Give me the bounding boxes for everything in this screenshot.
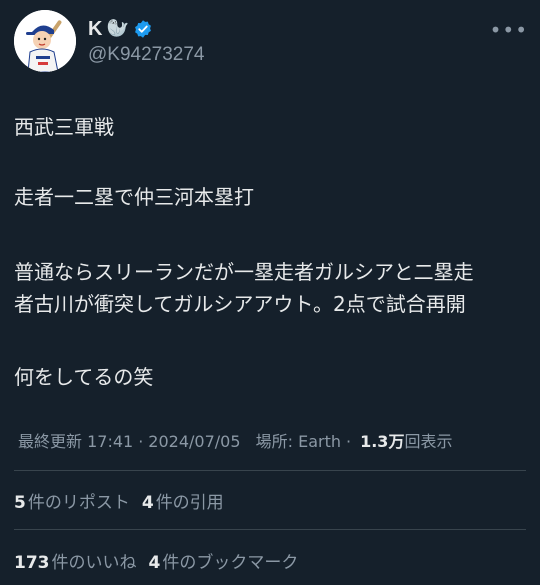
stats-row-likes: 173 件のいいね 4 件のブックマーク bbox=[14, 548, 298, 573]
quotes-link[interactable]: 4 件の引用 bbox=[142, 488, 224, 513]
tweet-line: 者古川が衝突してガルシアアウト。2点で試合再開 bbox=[14, 292, 466, 316]
bookmarks-count: 4 bbox=[148, 553, 161, 573]
meta-separator: · bbox=[346, 432, 352, 451]
reposts-link[interactable]: 5 件のリポスト bbox=[14, 488, 130, 513]
stats-row-reposts: 5 件のリポスト 4 件の引用 bbox=[14, 488, 224, 513]
tweet-line: 走者一二塁で仲三河本塁打 bbox=[14, 185, 254, 209]
author-name-row[interactable]: K 🦭 bbox=[88, 16, 153, 42]
tweet-meta: 最終更新 17:41 · 2024/07/05 場所: Earth · 1.3 … bbox=[18, 428, 452, 452]
likes-count: 173 bbox=[14, 553, 50, 573]
avatar[interactable] bbox=[14, 10, 76, 72]
bookmarks-link[interactable]: 4 件のブックマーク bbox=[149, 548, 299, 573]
tweet-line: 何をしてるの笑 bbox=[14, 365, 154, 389]
tweet-date[interactable]: 2024/07/05 bbox=[148, 432, 240, 451]
author-handle[interactable]: @K94273274 bbox=[88, 44, 205, 66]
views-count: 1.3 bbox=[360, 432, 389, 451]
verified-badge-icon[interactable] bbox=[133, 19, 153, 39]
reposts-count: 5 bbox=[14, 493, 26, 513]
meta-separator: · bbox=[138, 432, 144, 451]
likes-label: 件のいいね bbox=[51, 553, 137, 573]
likes-link[interactable]: 173 件のいいね bbox=[14, 548, 137, 573]
divider bbox=[14, 529, 526, 530]
divider bbox=[14, 470, 526, 471]
tweet-line: 普通ならスリーランだが一塁走者ガルシアと二塁走 bbox=[14, 260, 474, 284]
reposts-label: 件のリポスト bbox=[27, 493, 130, 513]
views-unit: 万 bbox=[388, 432, 405, 451]
author-display-name[interactable]: K bbox=[88, 18, 102, 41]
tweet-line: 西武三軍戦 bbox=[14, 115, 114, 139]
more-options-icon[interactable]: ••• bbox=[490, 20, 528, 40]
quotes-count: 4 bbox=[141, 493, 154, 513]
avatar-illustration-icon bbox=[14, 10, 76, 72]
views-label: 回表示 bbox=[404, 432, 453, 451]
bookmarks-label: 件のブックマーク bbox=[162, 553, 299, 573]
meta-separator bbox=[246, 432, 251, 451]
quotes-label: 件の引用 bbox=[155, 493, 224, 513]
updated-time[interactable]: 最終更新 17:41 bbox=[18, 428, 133, 452]
tweet-location: 場所: Earth bbox=[255, 432, 341, 451]
seal-emoji-icon: 🦭 bbox=[106, 18, 129, 39]
